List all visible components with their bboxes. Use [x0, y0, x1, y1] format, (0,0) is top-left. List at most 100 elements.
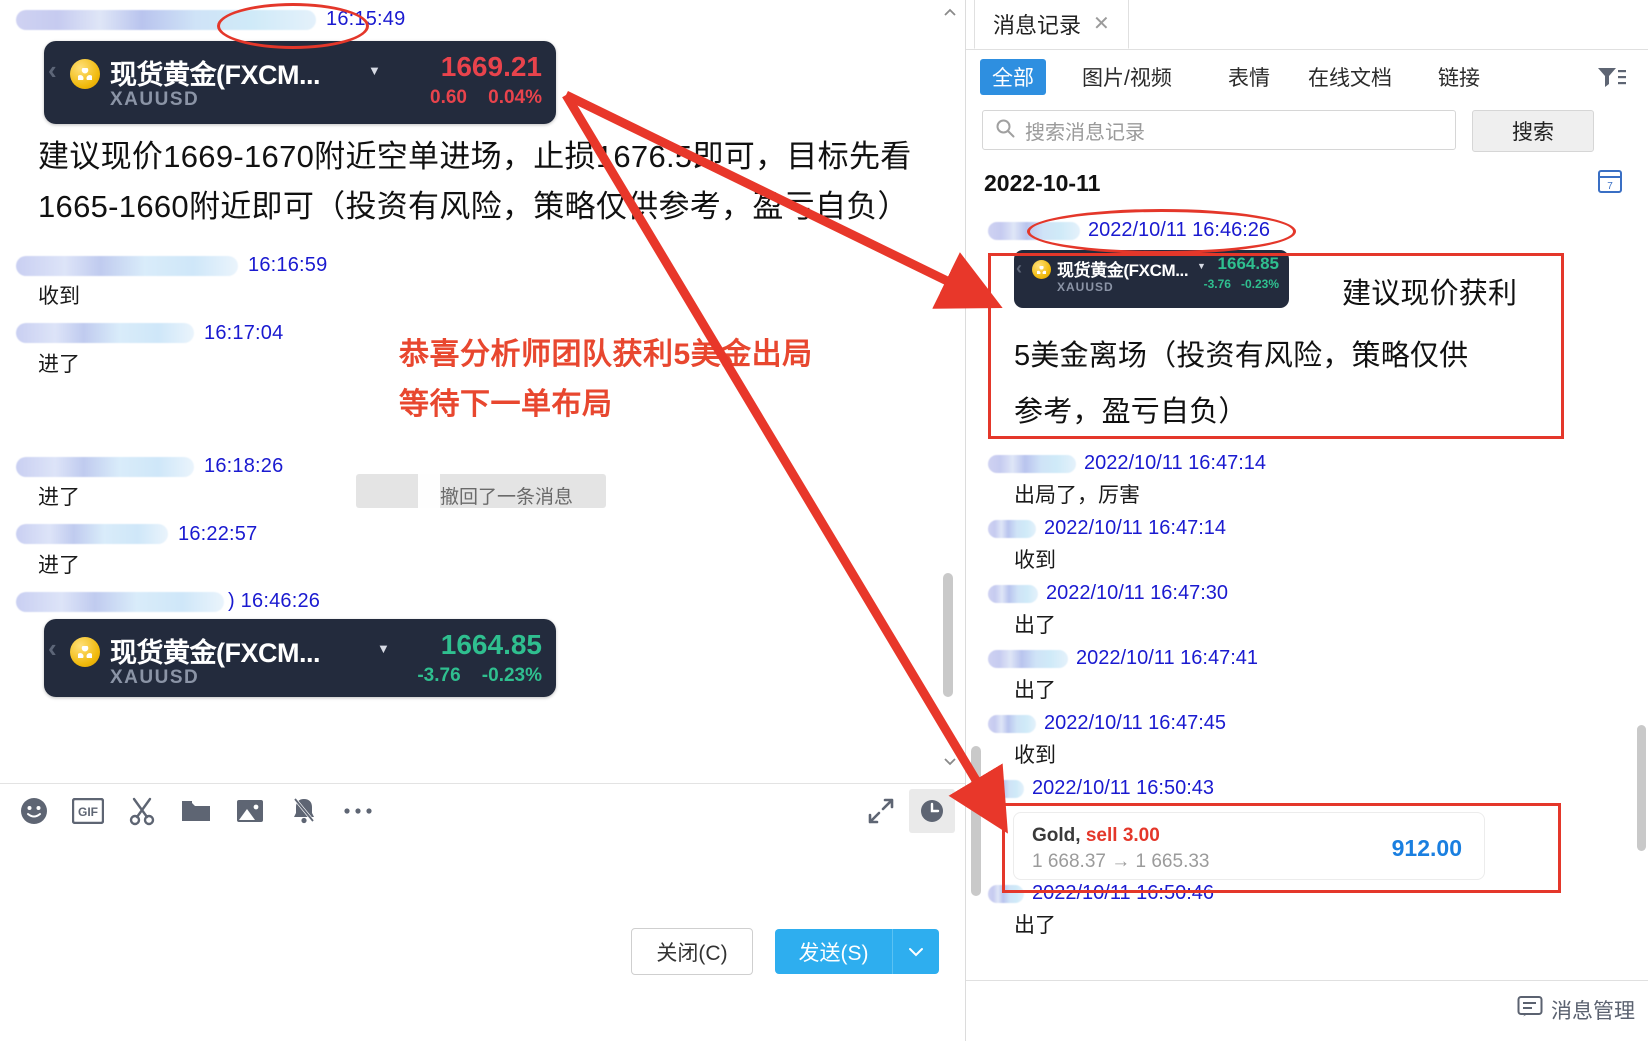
- more-icon[interactable]: [336, 789, 380, 833]
- quote-name: 现货黄金(FXCM...: [110, 60, 321, 90]
- chevron-left-icon: ‹: [48, 55, 57, 85]
- message-header: ) 16:46:26: [0, 590, 965, 613]
- quote-symbol: XAUUSD: [110, 89, 200, 110]
- svg-text:GIF: GIF: [78, 805, 98, 819]
- chevron-down-icon[interactable]: ▼: [1197, 261, 1206, 271]
- history-row-header: 2022/10/11 16:47:41: [966, 647, 1648, 670]
- masked-sender-name: [16, 456, 194, 477]
- filter-chip-online-doc[interactable]: 在线文档: [1296, 59, 1404, 95]
- highlighted-message-block: ‹ 现货黄金(FXCM... ▼ XAUUSD 1664.85 -3.76 -0…: [966, 250, 1648, 446]
- quote-name: 现货黄金(FXCM...: [1057, 261, 1189, 280]
- quote-card-bottom[interactable]: ‹ 现货黄金(FXCM... ▼ XAUUSD 1664.85 -3.76 -0…: [44, 619, 556, 697]
- search-icon: [995, 118, 1015, 143]
- history-row-header: 2022/10/11 16:47:14: [966, 517, 1648, 540]
- bell-muted-icon[interactable]: [282, 789, 326, 833]
- gold-coin-icon: [70, 637, 100, 667]
- app-root: 16:15:49 ‹ 现货黄金(FXCM... ▼ XAUUSD 1669.21…: [0, 0, 1648, 1041]
- emoji-icon[interactable]: [12, 789, 56, 833]
- folder-icon[interactable]: [174, 789, 218, 833]
- recall-notice-mask: [418, 474, 440, 542]
- masked-sender-name: [988, 221, 1080, 240]
- quote-symbol: XAUUSD: [1057, 280, 1114, 294]
- close-button[interactable]: 关闭(C): [631, 928, 753, 975]
- tab-label: 消息记录: [993, 13, 1082, 38]
- message-header: 16:16:59: [0, 254, 965, 277]
- message-header: 16:22:57: [0, 523, 965, 546]
- close-icon[interactable]: ✕: [1093, 14, 1110, 34]
- calendar-icon[interactable]: 7: [1597, 168, 1623, 199]
- scroll-down-icon[interactable]: [941, 752, 959, 770]
- search-input[interactable]: 搜索消息记录: [982, 110, 1456, 150]
- trade-result-card[interactable]: Gold, sell 3.00 1 668.37 → 1 665.33 912.…: [1013, 812, 1485, 880]
- quote-change-pct: -0.23%: [481, 665, 542, 686]
- filter-chip-image-video[interactable]: 图片/视频: [1070, 59, 1184, 95]
- history-message-body: 收到: [1014, 744, 1056, 767]
- history-timestamp: 2022/10/11 16:47:14: [1084, 452, 1267, 474]
- filter-chip-link[interactable]: 链接: [1426, 59, 1492, 95]
- history-timestamp: 2022/10/11 16:50:46: [1032, 882, 1215, 904]
- filter-chip-all[interactable]: 全部: [980, 59, 1046, 95]
- trade-instrument: Gold,: [1032, 825, 1081, 846]
- search-button[interactable]: 搜索: [1472, 110, 1594, 152]
- quote-change: -3.76 -0.23%: [417, 665, 542, 687]
- filter-chip-emoji[interactable]: 表情: [1216, 59, 1282, 95]
- history-timestamp: 2022/10/11 16:47:45: [1044, 712, 1227, 734]
- message-timestamp: 16:46:26: [240, 590, 321, 612]
- history-quote-card[interactable]: ‹ 现货黄金(FXCM... ▼ XAUUSD 1664.85 -3.76 -0…: [1014, 250, 1289, 308]
- history-message-body: 出了: [1014, 614, 1056, 637]
- quote-name: 现货黄金(FXCM...: [110, 638, 321, 668]
- filter-icon[interactable]: [1597, 65, 1627, 96]
- history-tabbar: 消息记录 ✕: [966, 0, 1648, 50]
- history-scrollbar-thumb[interactable]: [1637, 725, 1646, 851]
- chevron-down-icon[interactable]: ▼: [368, 63, 381, 78]
- history-row-header: 2022/10/11 16:47:14: [966, 452, 1648, 475]
- message-manage-button[interactable]: 消息管理: [1517, 995, 1635, 1025]
- history-row-header: 2022/10/11 16:50:46: [966, 882, 1648, 905]
- compose-area[interactable]: 关闭(C) 发送(S): [0, 840, 965, 1041]
- masked-sender-name: [16, 9, 316, 30]
- quote-change-pct: -0.23%: [1240, 277, 1279, 291]
- date-header: 2022-10-11: [984, 170, 1101, 196]
- message-body: 进了: [38, 352, 80, 376]
- send-button[interactable]: 发送(S): [775, 929, 892, 974]
- tab-message-history[interactable]: 消息记录 ✕: [974, 0, 1129, 49]
- message-header: 16:15:49: [0, 8, 965, 31]
- masked-sender-name: [988, 884, 1024, 903]
- quote-symbol: XAUUSD: [110, 667, 200, 688]
- quote-change: 0.60 0.04%: [430, 87, 542, 109]
- scissors-icon[interactable]: [120, 789, 164, 833]
- message-timestamp: 16:17:04: [204, 321, 284, 344]
- clock-icon[interactable]: [909, 789, 955, 833]
- message-timestamp: 16:18:26: [204, 455, 284, 478]
- quote-change: -3.76 -0.23%: [1204, 277, 1279, 291]
- message-history-panel: 消息记录 ✕ 全部 图片/视频 表情 在线文档 链接 搜索消息记录 搜索 202…: [965, 0, 1648, 1041]
- highlight-text-line3: 参考，盈亏自负）: [1014, 396, 1248, 428]
- history-footer: 消息管理: [966, 980, 1648, 1041]
- chevron-left-icon: ‹: [48, 633, 57, 663]
- history-message-body: 出了: [1014, 914, 1056, 937]
- chat-message-scroll-area[interactable]: 16:15:49 ‹ 现货黄金(FXCM... ▼ XAUUSD 1669.21…: [0, 0, 965, 782]
- message-timestamp: 16:15:49: [326, 8, 406, 30]
- search-placeholder: 搜索消息记录: [1025, 121, 1145, 144]
- highlight-text-line1: 建议现价获利: [1342, 278, 1518, 310]
- message-manage-icon: [1517, 995, 1543, 1025]
- history-inner-scrollbar-thumb[interactable]: [971, 746, 981, 896]
- image-icon[interactable]: [228, 789, 272, 833]
- message-manage-label: 消息管理: [1551, 1000, 1635, 1023]
- send-options-chevron-down-icon[interactable]: [892, 929, 939, 974]
- history-filter-chips: 全部 图片/视频 表情 在线文档 链接: [966, 49, 1648, 105]
- chevron-down-icon[interactable]: ▼: [377, 641, 390, 656]
- history-row-header: 2022/10/11 16:47:30: [966, 582, 1648, 605]
- quote-card-top[interactable]: ‹ 现货黄金(FXCM... ▼ XAUUSD 1669.21 0.60 0.0…: [44, 41, 556, 124]
- masked-sender-name: [16, 524, 168, 545]
- history-timestamp: 2022/10/11 16:50:43: [1032, 777, 1215, 799]
- trade-instrument-line: Gold, sell 3.00: [1032, 825, 1160, 847]
- scroll-up-icon[interactable]: [941, 4, 959, 22]
- history-timestamp: 2022/10/11 16:47:41: [1076, 647, 1259, 669]
- quote-price: 1664.85: [1217, 254, 1279, 273]
- send-button-group: 发送(S): [775, 929, 939, 974]
- gif-icon[interactable]: GIF: [66, 789, 110, 833]
- expand-icon[interactable]: [859, 789, 903, 833]
- left-scrollbar-thumb[interactable]: [943, 573, 953, 697]
- masked-sender-name: [988, 454, 1076, 473]
